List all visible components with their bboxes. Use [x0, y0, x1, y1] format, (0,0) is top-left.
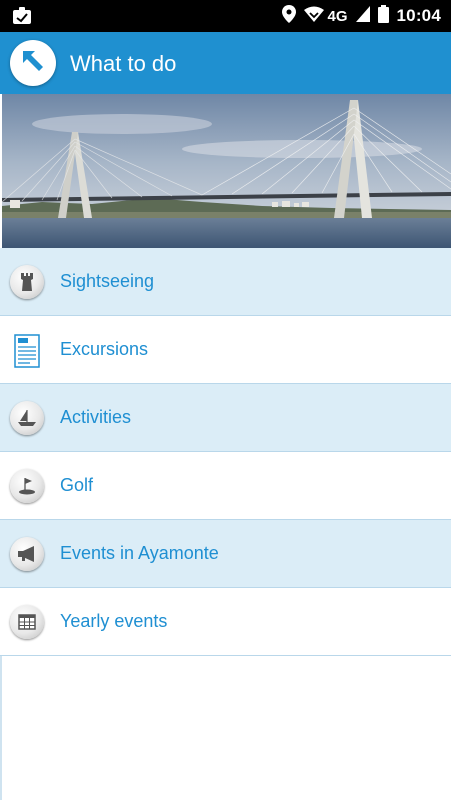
- clipboard-icon: [12, 7, 32, 29]
- menu-item-label: Golf: [60, 475, 94, 495]
- hero-image: [2, 94, 451, 248]
- battery-icon: [377, 4, 389, 28]
- arrow-up-left-icon: [20, 48, 46, 79]
- calendar-icon: [10, 605, 44, 639]
- menu-item-label: Excursions: [60, 339, 149, 359]
- menu-list: Sightseeing Excursions Activities Golf E…: [0, 248, 451, 656]
- network-type: 4G: [327, 7, 348, 25]
- menu-item-events-in-ayamonte[interactable]: Events in Ayamonte: [0, 520, 451, 588]
- menu-item-excursions[interactable]: Excursions: [0, 316, 451, 384]
- status-icons: 4G 10:04: [281, 4, 442, 28]
- sailboat-icon: [10, 401, 44, 435]
- pdf-document-icon: [13, 334, 41, 368]
- notification-area: [12, 7, 32, 30]
- menu-item-label: Sightseeing: [60, 271, 155, 291]
- tower-icon: [10, 265, 44, 299]
- wifi-icon: [303, 6, 324, 27]
- menu-item-label: Events in Ayamonte: [60, 543, 219, 563]
- menu-item-label: Activities: [60, 407, 132, 427]
- megaphone-icon: [10, 537, 44, 571]
- status-bar: 4G 10:04: [0, 0, 451, 32]
- signal-icon: [355, 5, 370, 27]
- golf-icon: [10, 469, 44, 503]
- menu-item-golf[interactable]: Golf: [0, 452, 451, 520]
- menu-item-activities[interactable]: Activities: [0, 384, 451, 452]
- menu-item-sightseeing[interactable]: Sightseeing: [0, 248, 451, 316]
- menu-item-yearly-events[interactable]: Yearly events: [0, 588, 451, 656]
- bridge-photo: [2, 94, 451, 248]
- menu-item-label: Yearly events: [60, 611, 168, 631]
- back-button[interactable]: [10, 40, 56, 86]
- app-bar: What to do: [0, 32, 451, 94]
- clock: 10:04: [396, 6, 441, 25]
- page-title: What to do: [70, 51, 177, 76]
- location-icon: [281, 4, 296, 28]
